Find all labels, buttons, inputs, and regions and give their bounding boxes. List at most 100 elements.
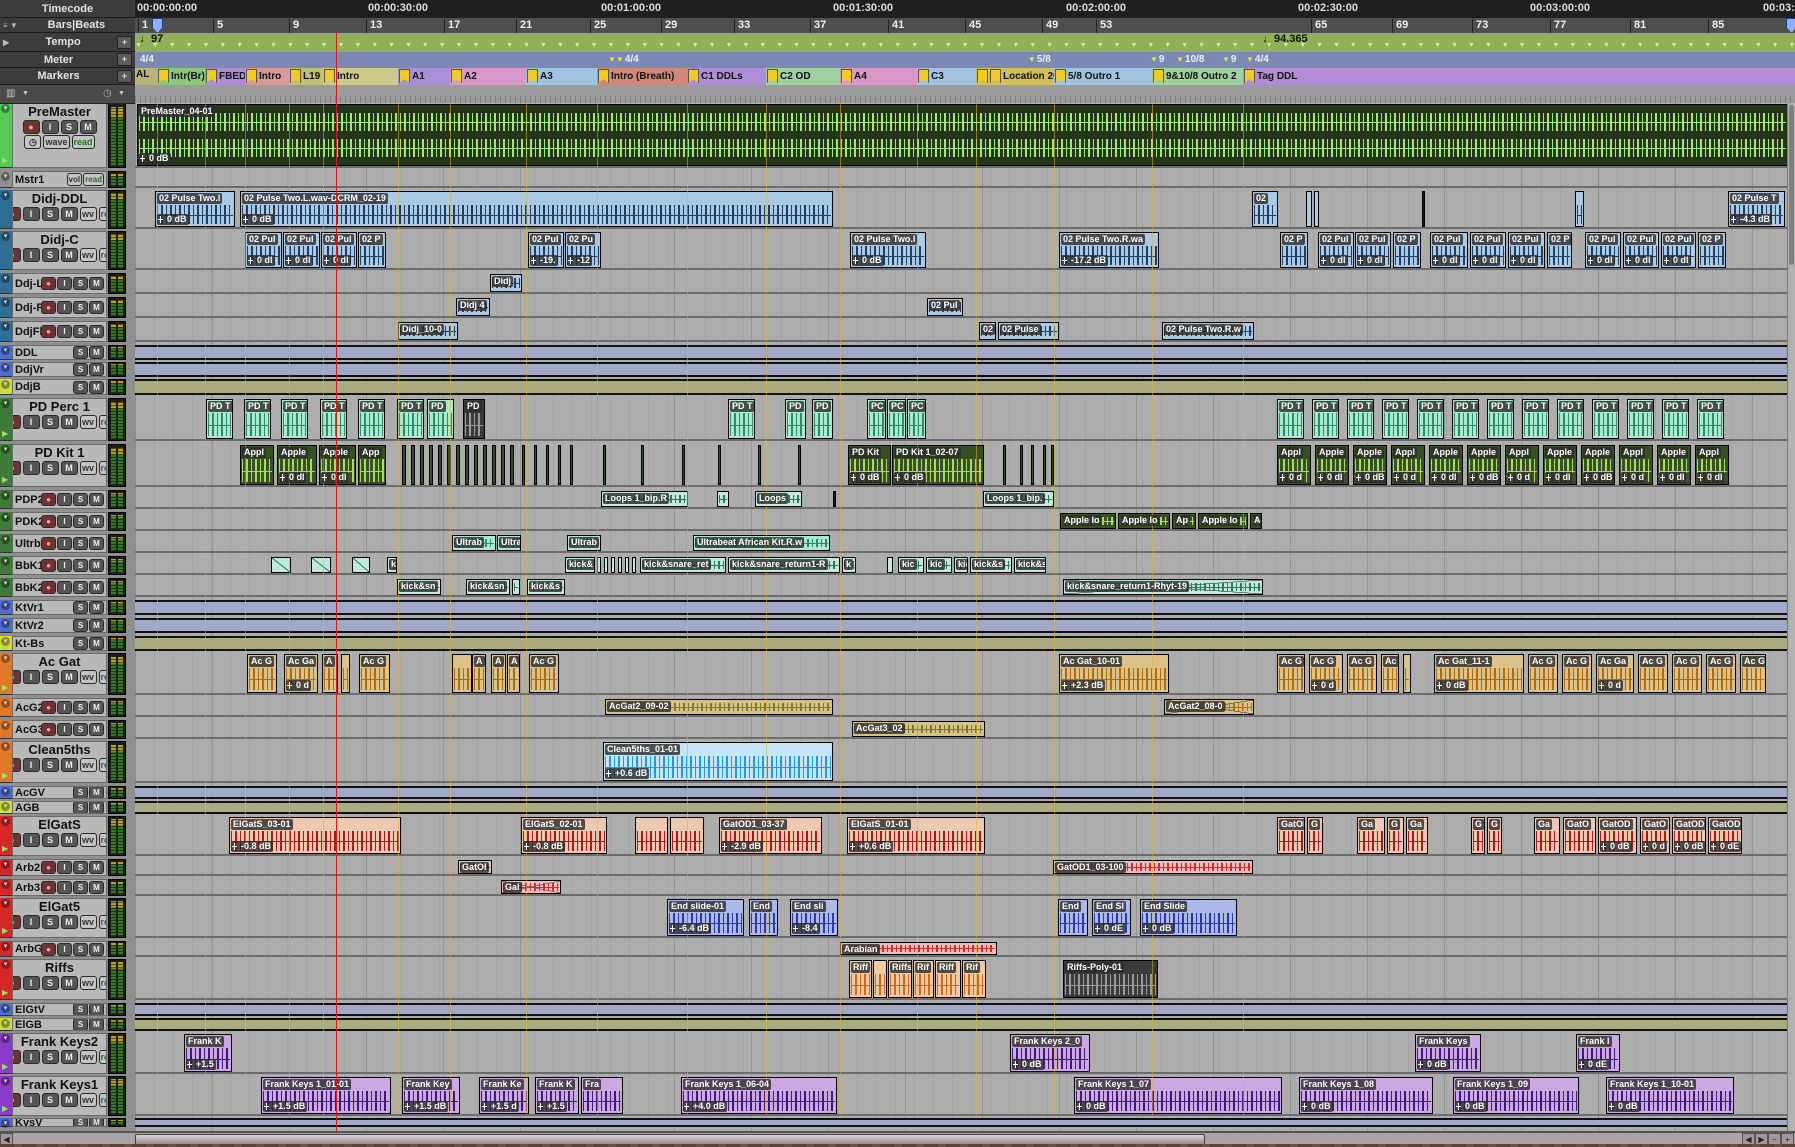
audio-clip[interactable]: [635, 817, 668, 854]
track-name[interactable]: KtVr1: [15, 602, 73, 614]
clip-gain-badge[interactable]: 0 d: [1621, 472, 1646, 483]
solo-button[interactable]: S: [42, 461, 59, 475]
mute-button[interactable]: M: [61, 915, 78, 929]
clip-gain-badge[interactable]: 0 dE: [1710, 841, 1741, 852]
clip-gain-badge[interactable]: -8.4: [792, 923, 820, 934]
audio-clip[interactable]: A: [472, 654, 486, 693]
track-view-selector[interactable]: vol: [67, 173, 83, 186]
audio-clip[interactable]: Frank Keys 1_070 dB: [1074, 1077, 1282, 1114]
solo-button[interactable]: S: [42, 833, 59, 847]
markers-ruler[interactable]: ALIntr(Br)FBEDIntroL19IntroA1A2A3Intro (…: [135, 68, 1795, 85]
audio-clip[interactable]: Didj: [490, 274, 522, 292]
clip-gain-badge[interactable]: -17.2 dB: [1061, 255, 1108, 266]
record-enable-button[interactable]: ●: [41, 701, 56, 714]
solo-button[interactable]: S: [73, 701, 88, 714]
playlist-arrow-icon[interactable]: ▶: [2, 156, 8, 165]
sub-ruler-strip[interactable]: [135, 85, 1795, 104]
solo-button[interactable]: S: [73, 515, 88, 528]
audio-clip[interactable]: [311, 557, 331, 573]
audio-clip[interactable]: Loops 1_bip.R: [601, 491, 688, 507]
track-view-selector[interactable]: wv: [80, 415, 97, 429]
input-monitor-button[interactable]: I: [57, 277, 72, 290]
record-enable-button[interactable]: ●: [12, 461, 21, 475]
solo-button[interactable]: S: [73, 1118, 88, 1127]
clip-gain-badge[interactable]: 0 dB: [139, 153, 171, 164]
audio-clip[interactable]: [411, 445, 415, 485]
mute-button[interactable]: M: [89, 346, 104, 359]
track-lane-bbk2[interactable]: [135, 578, 1795, 597]
edit-timeline[interactable]: PreMaster_04-010 dB02 Pulse Two.l0 dB02 …: [135, 103, 1795, 1131]
audio-clip[interactable]: Frank Keys 1_06-04+4.0 dB: [681, 1077, 837, 1114]
record-enable-button[interactable]: ●: [23, 120, 40, 134]
track-color-strip[interactable]: ▾▶: [0, 898, 12, 938]
collapse-chevron-icon[interactable]: ▾: [1, 742, 10, 751]
audio-clip[interactable]: Frank Keys0 dB: [1415, 1034, 1481, 1072]
collapse-chevron-icon[interactable]: ▾: [1, 699, 10, 708]
marker-c3[interactable]: C3: [918, 69, 944, 83]
audio-clip[interactable]: [717, 491, 729, 507]
input-monitor-button[interactable]: I: [23, 207, 40, 221]
audio-clip[interactable]: ElGatS_02-01-0.8 dB: [521, 817, 607, 854]
audio-clip[interactable]: kick&sn: [466, 579, 510, 595]
collapse-chevron-icon[interactable]: ▾: [1, 601, 10, 610]
track-name[interactable]: ElGat5: [13, 899, 106, 914]
vertical-scrollbar[interactable]: [1787, 103, 1795, 1131]
audio-clip[interactable]: AcGat3_02: [852, 721, 985, 737]
clip-gain-badge[interactable]: -2.9 dB: [721, 841, 763, 852]
mute-button[interactable]: M: [61, 1093, 78, 1107]
ruler-menu-icon[interactable]: ≡ ▼: [3, 21, 18, 30]
track-name[interactable]: PD Kit 1: [13, 445, 106, 460]
playlist-arrow-icon[interactable]: ▶: [2, 771, 8, 780]
ruler-label-markers[interactable]: Markers+: [0, 68, 135, 85]
input-monitor-button[interactable]: I: [57, 701, 72, 714]
track-name[interactable]: Arb3: [15, 882, 41, 894]
audio-clip[interactable]: GatOD0 dB: [1672, 817, 1706, 854]
audio-clip[interactable]: [546, 445, 549, 485]
audio-clip[interactable]: End sli-8.4: [790, 899, 838, 936]
track-lane-pdk2[interactable]: [135, 512, 1795, 531]
audio-clip[interactable]: [465, 445, 469, 485]
audio-clip[interactable]: Ultrab: [452, 535, 496, 551]
clip-gain-badge[interactable]: +0.6 dB: [849, 841, 893, 852]
marker-tag-ddl[interactable]: Tag DDL: [1244, 69, 1297, 83]
track-color-strip[interactable]: ▾: [0, 600, 12, 615]
record-enable-button[interactable]: ●: [12, 1050, 21, 1064]
track-color-strip[interactable]: ▾: [0, 297, 12, 318]
audio-clip[interactable]: PD: [812, 399, 833, 439]
audio-clip[interactable]: [402, 445, 406, 485]
track-name[interactable]: Clean5ths: [13, 742, 106, 757]
audio-clip[interactable]: Ultrab: [567, 535, 601, 551]
collapse-chevron-icon[interactable]: ▾: [1, 1004, 10, 1013]
solo-button[interactable]: S: [73, 786, 88, 799]
solo-button[interactable]: S: [73, 559, 88, 572]
audio-clip[interactable]: Apple0 dB: [1467, 445, 1501, 485]
input-monitor-button[interactable]: I: [23, 1050, 40, 1064]
audio-clip[interactable]: PD T: [320, 399, 347, 439]
collapse-chevron-icon[interactable]: ▾: [1, 721, 10, 730]
audio-clip[interactable]: PD: [463, 399, 485, 439]
mute-button[interactable]: M: [89, 559, 104, 572]
audio-clip[interactable]: kick&sn: [397, 579, 441, 595]
track-color-strip[interactable]: ▾: [0, 578, 12, 597]
track-view-selector[interactable]: wv: [80, 207, 97, 221]
mute-button[interactable]: M: [61, 461, 78, 475]
audio-clip[interactable]: PD T: [206, 399, 233, 439]
audio-clip[interactable]: GatO: [1563, 817, 1596, 854]
audio-clip[interactable]: Apple0 dl: [277, 445, 317, 485]
audio-clip[interactable]: 02 Pul0 dl: [1470, 232, 1506, 268]
mute-button[interactable]: M: [61, 248, 78, 262]
audio-clip[interactable]: Apple0 dl: [1429, 445, 1463, 485]
ruler-label-bars[interactable]: ≡ ▼Bars|Beats: [0, 18, 135, 33]
chevron-down-icon[interactable]: ▼: [22, 90, 29, 97]
automation-mode-selector[interactable]: red: [99, 1093, 108, 1107]
mute-button[interactable]: M: [61, 670, 78, 684]
marker-9-10-8-outro-2[interactable]: 9&10/8 Outro 2: [1153, 69, 1237, 83]
input-monitor-button[interactable]: I: [57, 881, 72, 894]
input-monitor-button[interactable]: I: [57, 581, 72, 594]
record-enable-button[interactable]: ●: [41, 277, 56, 290]
audio-clip[interactable]: [271, 557, 291, 573]
mute-button[interactable]: M: [89, 801, 104, 814]
track-lane-ktvr1[interactable]: [135, 600, 1795, 615]
record-enable-button[interactable]: ●: [12, 976, 21, 990]
audio-clip[interactable]: PD T: [1312, 399, 1339, 439]
